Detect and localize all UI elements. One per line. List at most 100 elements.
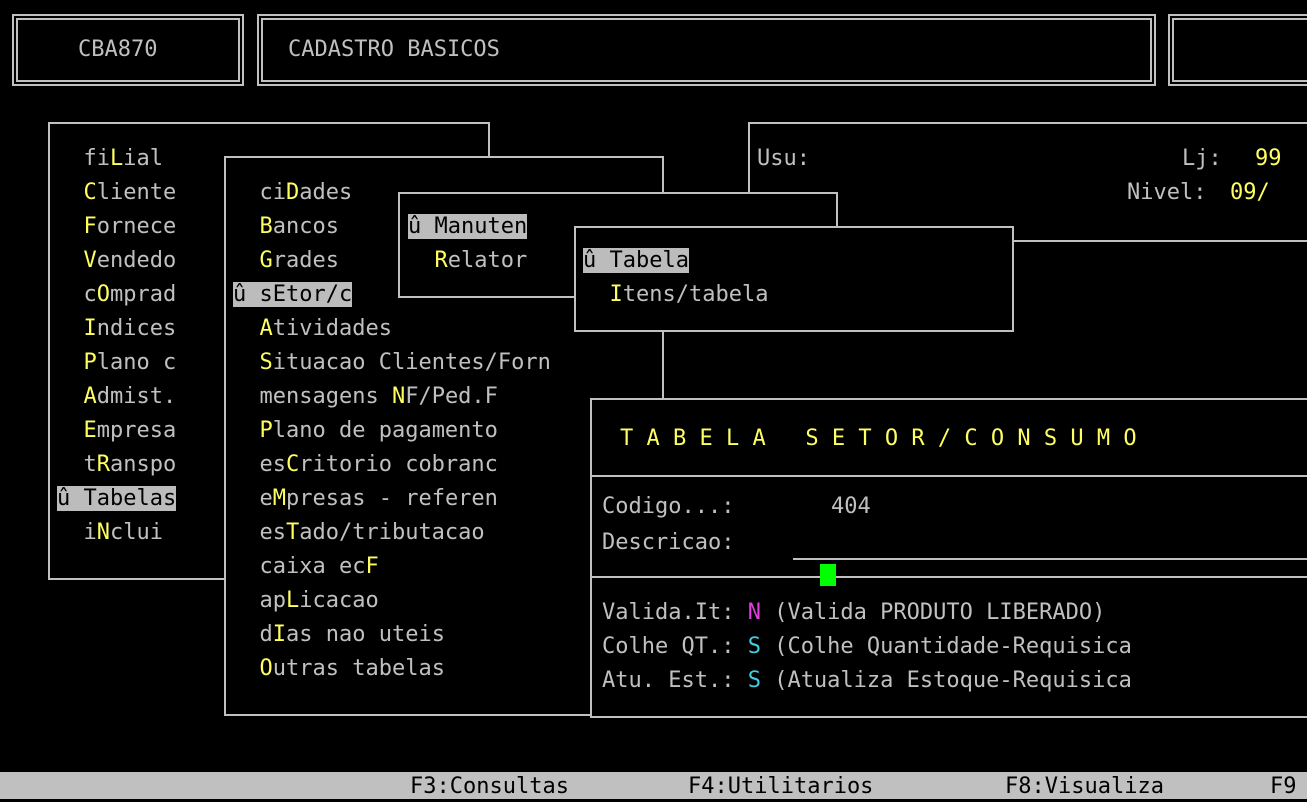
- menu-item-text: [57, 248, 84, 273]
- menu-item-text: liente: [96, 180, 177, 205]
- menu-item-text: t: [57, 452, 97, 477]
- main-menu-item[interactable]: Admist.: [57, 380, 177, 414]
- form-field-row: Atu. Est.: S (Atualiza Estoque-Requisica: [602, 664, 1132, 698]
- program-code: CBA870: [78, 37, 158, 62]
- menu-item-text: lano c: [96, 350, 177, 375]
- form-field-value[interactable]: N: [748, 600, 761, 625]
- f9-key[interactable]: F9: [1270, 772, 1297, 802]
- menu-item-text: fi: [57, 146, 110, 171]
- form-field-label: Atu. Est.:: [602, 668, 748, 693]
- menu-item-text: [57, 350, 84, 375]
- main-menu-item[interactable]: Fornece: [57, 210, 177, 244]
- f8-visualiza[interactable]: F8:Visualiza: [1005, 772, 1164, 802]
- hotkey-letter: T: [285, 520, 300, 545]
- menu-item-text: [233, 350, 260, 375]
- menu-item-text: [57, 418, 84, 443]
- hotkey-letter: C: [285, 452, 300, 477]
- tabelas-menu-item[interactable]: dIas nao uteis: [233, 618, 551, 652]
- main-menu-item[interactable]: Plano c: [57, 346, 177, 380]
- hotkey-letter: P: [259, 418, 273, 443]
- menu-item-text: [408, 248, 435, 273]
- tabelas-menu-item[interactable]: esTado/tributacao: [233, 516, 551, 550]
- tabelas-menu-item[interactable]: apLicacao: [233, 584, 551, 618]
- hotkey-letter: L: [285, 588, 300, 613]
- tabelas-menu-item[interactable]: Plano de pagamento: [233, 414, 551, 448]
- menu-item-text: [233, 248, 260, 273]
- menu-item-text: ado/tributacao: [299, 520, 485, 545]
- manut-menu-item-selected[interactable]: û Tabela: [583, 244, 768, 278]
- form-divider-1: [592, 475, 1307, 477]
- menu-item-text: as nao uteis: [286, 622, 445, 647]
- main-menu-item[interactable]: iNclui: [57, 516, 176, 550]
- main-menu-item[interactable]: Indices: [57, 312, 177, 346]
- menu-item-text: tividades: [272, 316, 392, 341]
- main-menu-item[interactable]: cOmprad: [57, 278, 176, 312]
- main-menu-item[interactable]: fiLial: [57, 142, 176, 176]
- menu-item-text: [233, 418, 260, 443]
- manut-menu-item-label: û Tabela: [583, 248, 689, 273]
- tabelas-menu-item[interactable]: mensagens NF/Ped.F: [233, 380, 551, 414]
- codigo-field[interactable]: 404: [831, 490, 871, 524]
- form-field-row: Valida.It: N (Valida PRODUTO LIBERADO): [602, 596, 1132, 630]
- level-label: Nivel:: [1127, 180, 1207, 205]
- setor-menu: û Manuten Relator: [408, 210, 527, 278]
- hotkey-letter: I: [609, 282, 623, 307]
- menu-item-text: utras tabelas: [272, 656, 445, 681]
- main-menu-item[interactable]: Cliente: [57, 176, 177, 210]
- form-field-value[interactable]: S: [748, 634, 761, 659]
- hotkey-letter: O: [96, 282, 110, 307]
- f3-consultas[interactable]: F3:Consultas: [410, 772, 569, 802]
- hotkey-letter: F: [83, 214, 97, 239]
- hotkey-letter: O: [259, 656, 273, 681]
- form-field-label: Colhe QT.:: [602, 634, 748, 659]
- manut-menu-item[interactable]: Itens/tabela: [583, 278, 769, 312]
- hotkey-letter: L: [109, 146, 124, 171]
- main-menu-item[interactable]: Empresa: [57, 414, 177, 448]
- main-menu-item[interactable]: tRanspo: [57, 448, 176, 482]
- setor-menu-item-selected[interactable]: û Manuten: [408, 210, 528, 244]
- tabelas-menu-item[interactable]: Situacao Clientes/Forn: [233, 346, 551, 380]
- menu-item-text: ndices: [96, 316, 177, 341]
- tabelas-menu-item[interactable]: esCritorio cobranc: [233, 448, 551, 482]
- menu-item-text: elator: [447, 248, 528, 273]
- menu-item-text: c: [57, 282, 97, 307]
- form-divider-2: [592, 576, 1307, 578]
- level-value: 09/: [1230, 180, 1270, 205]
- tabelas-menu-item[interactable]: caixa ecF: [233, 550, 551, 584]
- menu-item-text: endedo: [96, 248, 177, 273]
- hotkey-letter: P: [83, 350, 97, 375]
- menu-item-text: rades: [272, 248, 339, 273]
- menu-item-text: ituacao Clientes/Forn: [272, 350, 551, 375]
- setor-menu-item[interactable]: Relator: [408, 244, 528, 278]
- menu-item-text: ades: [299, 180, 353, 205]
- hotkey-letter: V: [83, 248, 97, 273]
- tabelas-menu-item[interactable]: eMpresas - referen: [233, 482, 551, 516]
- menu-item-text: [57, 214, 84, 239]
- hotkey-letter: R: [434, 248, 448, 273]
- main-menu-item[interactable]: Vendedo: [57, 244, 177, 278]
- tabelas-menu-item[interactable]: Atividades: [233, 312, 551, 346]
- form-title: T A B E L A S E T O R / C O N S U M O: [620, 426, 1137, 451]
- form-field-description: (Valida PRODUTO LIBERADO): [760, 600, 1106, 625]
- text-cursor: [819, 564, 836, 586]
- menu-item-text: es: [233, 452, 286, 477]
- menu-item-text: ial: [123, 146, 163, 171]
- form-field-value[interactable]: S: [748, 668, 761, 693]
- main-menu-item-selected[interactable]: û Tabelas: [57, 482, 177, 516]
- menu-item-text: icacao: [299, 588, 379, 613]
- menu-item-text: presas - referen: [286, 486, 498, 511]
- descricao-field[interactable]: [793, 526, 1307, 586]
- menu-item-text: mpresa: [96, 418, 177, 443]
- f4-utilitarios[interactable]: F4:Utilitarios: [688, 772, 873, 802]
- menu-item-text: i: [57, 520, 97, 545]
- menu-item-text: mensagens: [233, 384, 392, 409]
- hotkey-letter: M: [272, 486, 286, 511]
- hotkey-letter: E: [83, 418, 97, 443]
- hotkey-letter: G: [259, 248, 273, 273]
- menu-item-text: es: [233, 520, 286, 545]
- tabelas-menu-item[interactable]: Outras tabelas: [233, 652, 551, 686]
- setor-menu-item-label: û Manuten: [408, 214, 528, 239]
- hotkey-letter: R: [96, 452, 110, 477]
- user-label: Usu:: [757, 146, 810, 171]
- menu-item-text: [57, 316, 84, 341]
